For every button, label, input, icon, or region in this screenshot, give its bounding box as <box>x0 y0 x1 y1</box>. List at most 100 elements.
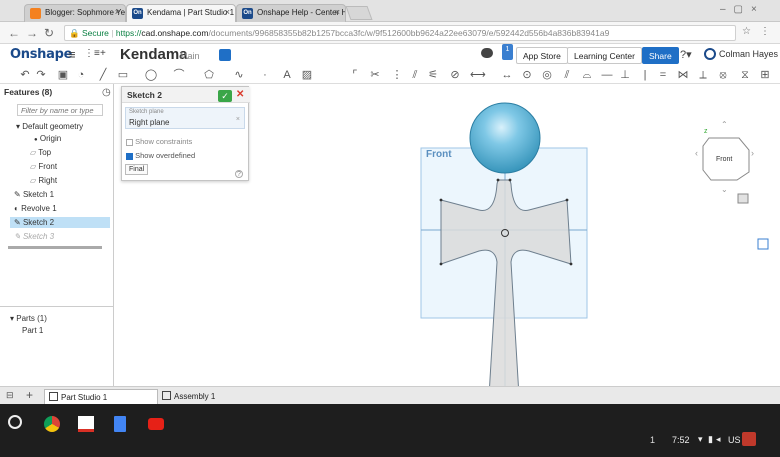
text-icon[interactable]: A <box>280 68 294 82</box>
url-input[interactable]: 🔒 Secure | https://cad.onshape.com/docum… <box>64 25 736 41</box>
rectangle-icon[interactable]: ▭ <box>116 68 130 82</box>
appearance-panel-icon[interactable] <box>757 238 769 250</box>
close-icon[interactable]: × <box>335 7 340 17</box>
feature-filter-input[interactable] <box>17 104 103 116</box>
chrome-icon[interactable] <box>44 416 60 432</box>
parallel-icon[interactable]: ⫽ <box>560 68 574 82</box>
back-arrow-icon[interactable]: ← <box>8 26 20 40</box>
revolve1-item[interactable]: ◐ Revolve 1 <box>14 204 57 213</box>
sketch1-item[interactable]: ✎ Sketch 1 <box>14 190 54 199</box>
clear-field-icon[interactable]: × <box>236 116 240 123</box>
clock[interactable]: 7:52 <box>672 435 690 445</box>
star-icon[interactable]: ☆ <box>742 26 751 37</box>
sketch-plane-field[interactable]: Sketch plane Right plane × <box>125 107 245 129</box>
polygon-icon[interactable]: ⬠ <box>202 68 216 82</box>
spline-icon[interactable]: ∿ <box>232 68 246 82</box>
notification-icon[interactable]: 1 <box>502 44 513 60</box>
menu-icon[interactable]: ⋮ <box>760 26 770 37</box>
show-overdefined-option[interactable]: Show overdefined <box>126 151 195 160</box>
midpoint-icon[interactable]: ⋈ <box>676 68 690 82</box>
gmail-icon[interactable] <box>78 416 94 432</box>
user-name[interactable]: Colman Hayes <box>719 49 778 59</box>
default-geometry-group[interactable]: ▾ Default geometry <box>16 122 83 131</box>
show-constraints-option[interactable]: Show constraints <box>126 137 192 146</box>
chat-icon[interactable] <box>481 48 493 58</box>
parts-group[interactable]: ▾ Parts (1) <box>10 314 47 323</box>
front-plane-item[interactable]: ▱ Front <box>30 162 57 171</box>
vertical-icon[interactable]: | <box>638 68 652 82</box>
symmetric-icon[interactable]: ⧖ <box>738 68 752 82</box>
sketch-icon[interactable]: ▣ <box>56 68 70 82</box>
equal-icon[interactable]: = <box>656 68 670 82</box>
help-icon[interactable]: ?▾ <box>680 48 692 61</box>
offset-icon[interactable]: ⫽ <box>408 68 422 82</box>
cancel-x-icon[interactable]: ✕ <box>236 89 244 100</box>
battery-icon[interactable]: ▮ <box>708 434 713 445</box>
rollback-clock-icon[interactable]: ◷ <box>102 87 111 98</box>
concentric-icon[interactable]: ◎ <box>540 68 554 82</box>
learning-center-button[interactable]: Learning Center <box>567 47 642 64</box>
perpendicular-icon[interactable]: ⊥ <box>618 68 632 82</box>
tab-blogger[interactable]: Blogger: Sophmore Yea × <box>24 4 126 22</box>
forward-arrow-icon[interactable]: → <box>26 26 38 40</box>
trim-icon[interactable]: ✂ <box>368 68 382 82</box>
arc-icon[interactable]: ⌒ <box>172 68 186 82</box>
sketch2-item[interactable]: ✎ Sketch 2 <box>10 217 110 228</box>
view-options-icon[interactable] <box>737 193 749 204</box>
feature-list-icon[interactable]: ⋮≡ <box>84 48 100 59</box>
undo-sketch-icon[interactable]: ◔ <box>74 68 88 82</box>
tab-assembly-1[interactable]: Assembly 1 <box>158 389 248 404</box>
volume-icon[interactable]: ◂ <box>716 434 721 445</box>
launcher-icon[interactable] <box>8 415 22 429</box>
tangent-icon[interactable]: ⌓ <box>580 68 594 82</box>
top-plane-item[interactable]: ▱ Top <box>30 148 51 157</box>
document-info-icon[interactable] <box>219 49 231 61</box>
rotate-right-arrow-icon[interactable]: › <box>751 148 754 158</box>
insert-icon[interactable]: + <box>100 48 106 59</box>
tab-kendama[interactable]: On Kendama | Part Studio 1 × <box>126 4 236 22</box>
coincident-icon[interactable]: ⊙ <box>520 68 534 82</box>
window-controls[interactable]: –▢× <box>720 4 765 15</box>
dimension-icon[interactable]: ⟷ <box>470 68 486 82</box>
line-icon[interactable]: ╱ <box>96 68 110 82</box>
checked-box-icon[interactable] <box>126 152 133 160</box>
part1-item[interactable]: Part 1 <box>22 326 43 335</box>
rotate-left-arrow-icon[interactable]: ‹ <box>695 148 698 158</box>
view-cube[interactable]: Front z ‹ › ⌃ ⌄ <box>695 120 754 194</box>
accept-check-icon[interactable]: ✓ <box>218 90 232 102</box>
undo-icon[interactable]: ↶ <box>18 68 32 82</box>
fix-icon[interactable]: ⊞ <box>758 68 772 82</box>
pattern-icon[interactable]: ⚟ <box>426 68 440 82</box>
share-button[interactable]: Share <box>642 47 679 64</box>
normal-icon[interactable]: ⟂ <box>696 68 710 82</box>
transform-icon[interactable]: ↔ <box>500 68 514 82</box>
app-store-button[interactable]: App Store <box>516 47 568 64</box>
final-button[interactable]: Final <box>125 164 149 175</box>
new-tab-button[interactable] <box>345 6 373 20</box>
branch-label[interactable]: Main <box>180 51 200 61</box>
close-icon[interactable]: × <box>115 7 120 17</box>
hamburger-icon[interactable]: ≡ <box>68 47 76 62</box>
right-plane-item[interactable]: ▱ Right <box>30 176 57 185</box>
pierce-icon[interactable]: ⦻ <box>716 68 730 82</box>
onshape-logo[interactable]: Onshape <box>10 47 72 62</box>
image-icon[interactable]: ▨ <box>300 68 314 82</box>
sketch3-item[interactable]: ✎ Sketch 3 <box>14 232 54 241</box>
user-avatar-icon[interactable] <box>704 48 716 60</box>
circle-icon[interactable]: ◯ <box>144 68 158 82</box>
origin-item[interactable]: ● Origin <box>34 134 61 143</box>
redo-icon[interactable]: ↷ <box>34 68 48 82</box>
docs-icon[interactable] <box>114 416 126 432</box>
kendama-ball[interactable] <box>469 102 541 174</box>
point-icon[interactable]: · <box>258 68 272 82</box>
help-icon[interactable]: ? <box>235 170 243 178</box>
rotate-down-arrow-icon[interactable]: ⌄ <box>721 185 728 194</box>
tab-manager-icon[interactable]: ⊟ <box>6 390 14 401</box>
close-icon[interactable]: × <box>225 7 230 17</box>
construction-icon[interactable]: ⊘ <box>448 68 462 82</box>
add-tab-icon[interactable]: + <box>26 388 33 402</box>
user-avatar[interactable] <box>742 432 756 446</box>
mirror-icon[interactable]: ⋮ <box>390 68 404 82</box>
tab-part-studio-1[interactable]: Part Studio 1 <box>44 389 158 404</box>
rotate-up-arrow-icon[interactable]: ⌃ <box>721 120 728 129</box>
